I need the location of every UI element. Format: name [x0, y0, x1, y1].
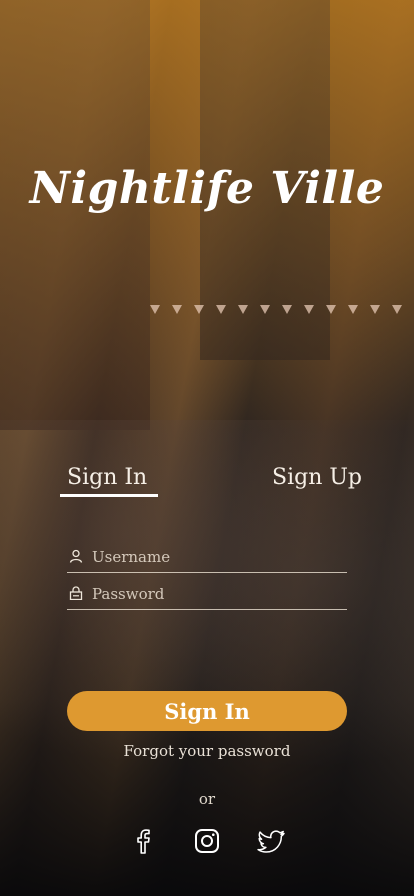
forgot-password-link[interactable]: Forgot your password: [0, 742, 414, 760]
building-left: [0, 0, 150, 430]
twitter-icon[interactable]: [257, 826, 287, 856]
sign-in-button[interactable]: Sign In: [67, 691, 347, 731]
or-divider-text: or: [198, 790, 216, 808]
username-input[interactable]: [92, 545, 342, 569]
username-field: [67, 542, 347, 573]
active-tab-indicator: [60, 494, 158, 497]
background-photo: [0, 0, 414, 896]
password-input[interactable]: [92, 582, 342, 606]
tab-sign-up[interactable]: Sign Up: [272, 465, 362, 490]
user-icon: [69, 549, 83, 563]
instagram-icon[interactable]: [192, 826, 222, 856]
app-title: Nightlife Ville: [29, 163, 385, 214]
tab-sign-in[interactable]: Sign In: [67, 465, 147, 490]
facebook-icon[interactable]: [128, 826, 158, 856]
password-field: [67, 579, 347, 610]
lock-icon: [69, 586, 83, 600]
bunting-flags: [150, 305, 414, 325]
